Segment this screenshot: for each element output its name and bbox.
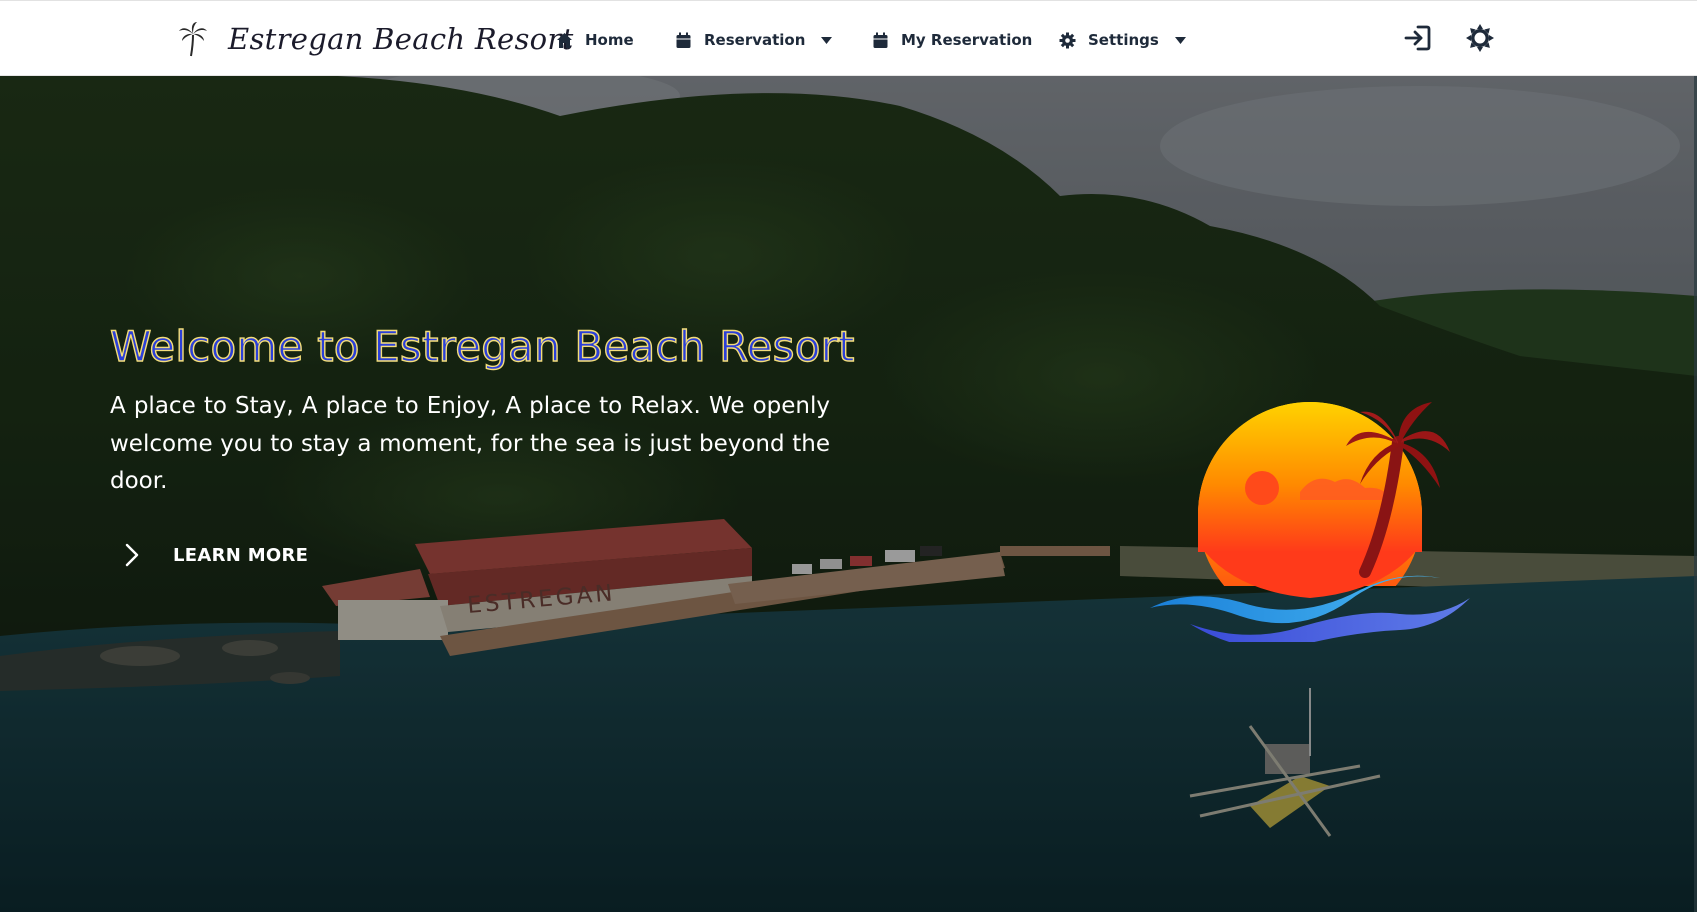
learn-more-label: LEARN MORE xyxy=(173,544,309,566)
hero-section: ESTREGAN Welcome to Estregan Beach Resor… xyxy=(0,76,1697,912)
nav-home-label: Home xyxy=(585,31,634,49)
calendar-icon xyxy=(676,32,691,48)
nav-reservation-dropdown[interactable]: Reservation xyxy=(675,27,833,53)
login-icon[interactable] xyxy=(1403,23,1433,53)
home-icon xyxy=(557,32,572,48)
learn-more-button[interactable]: LEARN MORE xyxy=(124,540,308,570)
calendar-icon xyxy=(873,32,888,48)
nav-home-link[interactable]: Home xyxy=(556,27,634,53)
nav-my-reservation-link[interactable]: My Reservation xyxy=(872,27,1032,53)
chevron-down-icon xyxy=(1174,36,1186,44)
resort-sunset-logo xyxy=(1150,402,1470,642)
gear-icon xyxy=(1059,32,1076,48)
nav-settings-label: Settings xyxy=(1088,31,1159,49)
palm-tree-icon xyxy=(179,22,207,57)
nav-settings-dropdown[interactable]: Settings xyxy=(1059,27,1186,53)
nav-reservation-label: Reservation xyxy=(704,31,806,49)
chevron-right-icon xyxy=(125,543,139,567)
hero-title: Welcome to Estregan Beach Resort xyxy=(109,321,855,371)
nav-my-reservation-label: My Reservation xyxy=(901,31,1033,49)
brand-logo-link[interactable]: Estregan Beach Resort xyxy=(178,19,574,59)
top-navbar: Estregan Beach Resort Home Reservation M… xyxy=(0,0,1697,76)
brand-name: Estregan Beach Resort xyxy=(228,22,574,56)
sun-icon[interactable] xyxy=(1465,23,1495,53)
chevron-down-icon xyxy=(821,36,833,44)
hero-description: A place to Stay, A place to Enjoy, A pla… xyxy=(110,393,830,494)
